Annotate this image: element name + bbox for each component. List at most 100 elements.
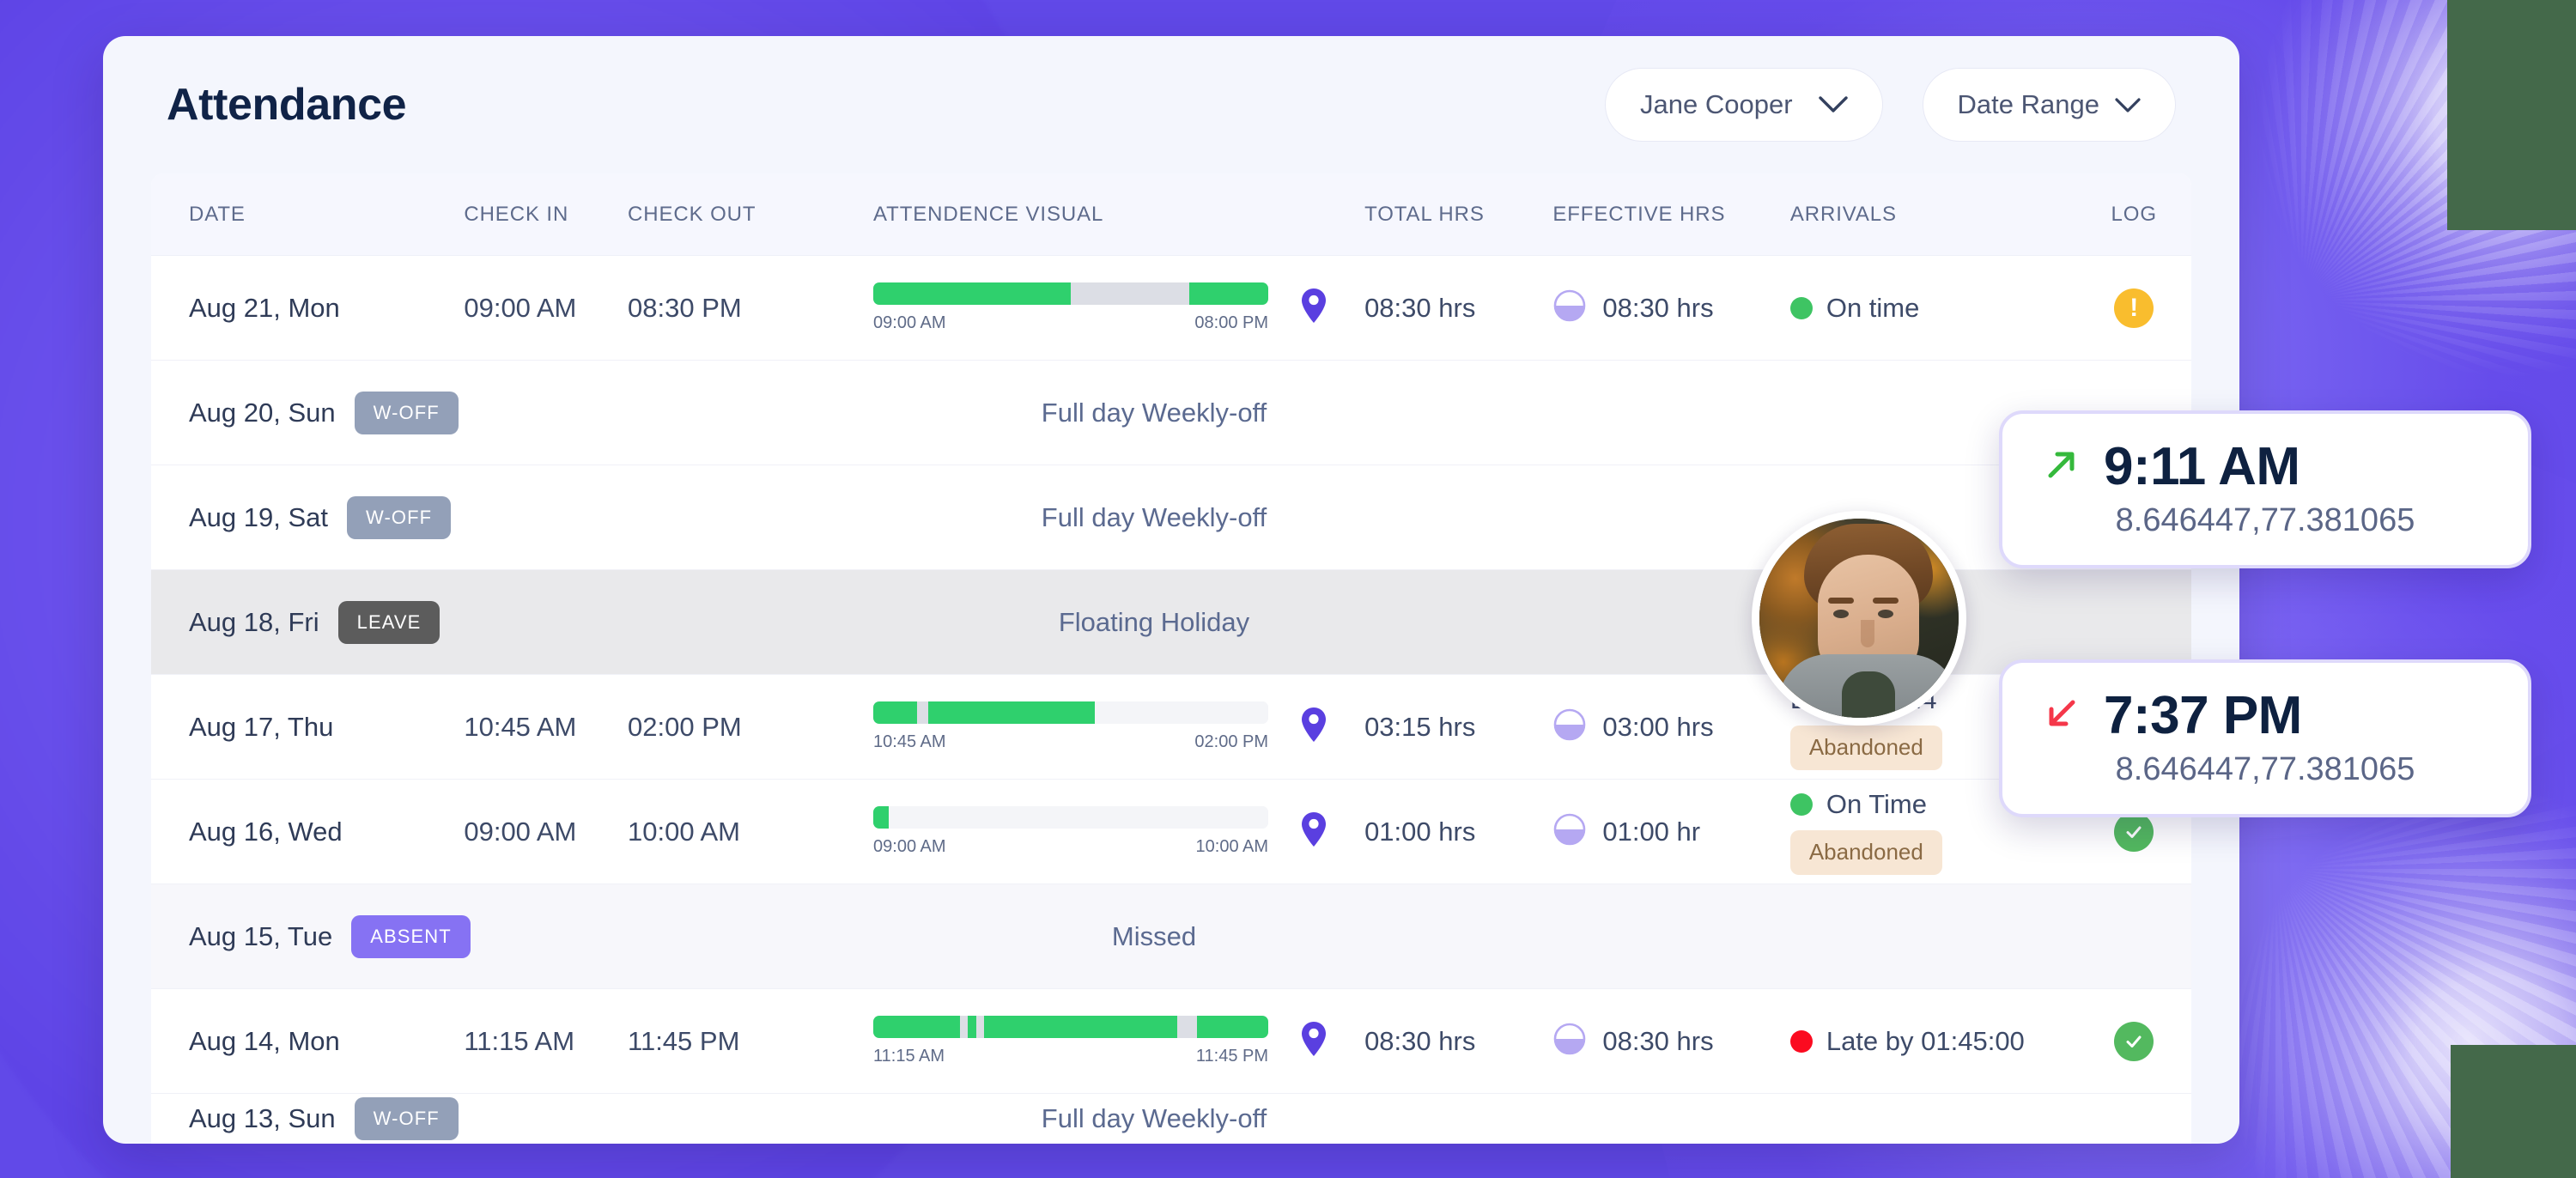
cell-date: Aug 19, Sat W-OFF xyxy=(151,495,477,539)
attendance-bar-container: 10:45 AM 02:00 PM xyxy=(873,701,1269,752)
table-row[interactable]: Aug 13, Sun W-OFF Full day Weekly-off xyxy=(151,1094,2191,1144)
table-row[interactable]: Aug 16, Wed 09:00 AM 10:00 AM 09:00 AM 10:00… xyxy=(151,780,2191,884)
cell-day-message: Full day Weekly-off xyxy=(477,1103,2191,1134)
cell-day-message: Missed xyxy=(477,921,2191,952)
cell-date: Aug 16, Wed xyxy=(151,817,464,847)
row-date-label: Aug 13, Sun xyxy=(189,1103,336,1133)
attendance-bar-labels: 09:00 AM 10:00 AM xyxy=(873,837,1268,857)
row-date-label: Aug 18, Fri xyxy=(189,606,319,637)
location-pin-icon[interactable] xyxy=(1299,1020,1328,1062)
bar-start-time: 10:45 AM xyxy=(873,732,946,751)
arrival-abandoned-tag: Abandoned xyxy=(1789,725,1942,770)
attendance-bar-segment-gap xyxy=(1177,1016,1198,1038)
arrival-status-dot xyxy=(1789,1029,1813,1053)
cell-date: Aug 21, Mon xyxy=(151,293,464,324)
effective-hours-donut-icon xyxy=(1552,288,1587,327)
row-date-label: Aug 16, Wed xyxy=(189,816,343,847)
attendance-bar xyxy=(873,701,1269,724)
cell-total-hrs: 08:30 hrs xyxy=(1364,1025,1476,1056)
log-warning-icon[interactable]: ! xyxy=(2114,288,2154,328)
check-in-coordinates: 8.646447,77.381065 xyxy=(2115,502,2415,538)
table-row[interactable]: Aug 14, Mon 11:15 AM 11:45 PM 11:15 AM 11:45… xyxy=(151,989,2191,1094)
cell-total-hrs: 08:30 hrs xyxy=(1364,292,1476,323)
cell-log xyxy=(2077,811,2191,852)
status-badge: ABSENT xyxy=(351,914,471,958)
date-range-label: Date Range xyxy=(1957,89,2099,119)
effective-hours-value: 08:30 hrs xyxy=(1602,1025,1714,1056)
table-row[interactable]: Aug 15, Tue ABSENT Missed xyxy=(151,884,2191,989)
date-range-dropdown[interactable]: Date Range xyxy=(1922,68,2176,142)
cell-attendance-visual: 11:15 AM 11:45 PM xyxy=(873,1016,1364,1066)
table-row[interactable]: Aug 20, Sun W-OFF Full day Weekly-off xyxy=(151,361,2191,465)
column-header-log: LOG xyxy=(2111,202,2157,226)
attendance-bar-labels: 10:45 AM 02:00 PM xyxy=(873,732,1268,752)
check-in-location-tooltip: 9:11 AM 8.646447,77.381065 xyxy=(1999,410,2531,568)
row-date-label: Aug 21, Mon xyxy=(189,292,340,323)
row-date-label: Aug 15, Tue xyxy=(189,920,333,951)
arrow-down-left-icon xyxy=(2042,694,2081,738)
attendance-bar-container: 09:00 AM 08:00 PM xyxy=(873,282,1269,333)
location-pin-icon[interactable] xyxy=(1299,811,1328,853)
attendance-bar-segment-work xyxy=(873,701,917,724)
day-message-label: Missed xyxy=(1111,920,1197,951)
arrow-up-right-icon xyxy=(2042,445,2081,489)
employee-filter-dropdown[interactable]: Jane Cooper xyxy=(1605,68,1883,142)
attendance-bar-segment-gap xyxy=(975,1016,984,1038)
attendance-bar-container: 11:15 AM 11:45 PM xyxy=(873,1016,1269,1066)
table-row[interactable]: Aug 21, Mon 09:00 AM 08:30 PM 09:00 AM 08:00… xyxy=(151,256,2191,361)
attendance-bar-segment-work xyxy=(873,1016,961,1038)
column-header-check-out: CHECK OUT xyxy=(628,202,756,226)
cell-attendance-visual: 09:00 AM 08:00 PM xyxy=(873,282,1364,333)
location-pin-icon[interactable] xyxy=(1299,706,1328,748)
day-message-label: Full day Weekly-off xyxy=(1041,501,1267,532)
chevron-down-icon xyxy=(2115,89,2141,120)
bar-start-time: 11:15 AM xyxy=(873,1047,945,1066)
attendance-bar-segment-idle xyxy=(1094,701,1268,724)
bar-start-time: 09:00 AM xyxy=(873,837,946,856)
attendance-bar-segment-work xyxy=(983,1016,1178,1038)
cell-check-in: 10:45 AM xyxy=(464,711,577,742)
cell-log: ! xyxy=(2077,288,2191,328)
log-check-icon[interactable] xyxy=(2114,1021,2154,1061)
attendance-bar-segment-work xyxy=(1197,1016,1268,1038)
cell-check-out: 08:30 PM xyxy=(628,292,742,323)
attendance-bar-segment-gap xyxy=(960,1016,969,1038)
arrival-status-line: On time xyxy=(1789,292,2077,324)
location-pin-icon[interactable] xyxy=(1299,287,1328,329)
card-header: Attendance Jane Cooper Date Range xyxy=(103,36,2239,173)
cell-check-out: 11:45 PM xyxy=(628,1025,740,1056)
cell-date: Aug 13, Sun W-OFF xyxy=(151,1097,477,1140)
arrival-status-label: On time xyxy=(1826,292,1920,323)
column-header-date: DATE xyxy=(189,202,246,226)
cell-arrivals: On time xyxy=(1789,292,2077,324)
row-date-label: Aug 19, Sat xyxy=(189,501,329,532)
attendance-bar-segment-work xyxy=(928,701,1095,724)
day-message-label: Full day Weekly-off xyxy=(1041,397,1267,428)
table-header-row: DATE CHECK IN CHECK OUT ATTENDENCE VISUA… xyxy=(151,173,2191,256)
log-check-icon[interactable] xyxy=(2114,811,2154,852)
attendance-bar-segment-gap xyxy=(1071,282,1190,305)
day-message-label: Floating Holiday xyxy=(1058,606,1250,637)
page-title: Attendance xyxy=(167,80,407,130)
green-block-top-right xyxy=(2447,0,2576,230)
attendance-bar-labels: 09:00 AM 08:00 PM xyxy=(873,313,1268,333)
header-filters: Jane Cooper Date Range xyxy=(1605,68,2176,142)
effective-hours-donut-icon xyxy=(1552,707,1587,746)
cell-effective-hrs: 08:30 hrs xyxy=(1552,1022,1789,1060)
cell-date: Aug 20, Sun W-OFF xyxy=(151,391,477,434)
cell-date: Aug 15, Tue ABSENT xyxy=(151,914,477,958)
cell-attendance-visual: 10:45 AM 02:00 PM xyxy=(873,701,1364,752)
column-header-arrivals: ARRIVALS xyxy=(1789,202,1897,226)
attendance-bar xyxy=(873,1016,1269,1038)
cell-effective-hrs: 03:00 hrs xyxy=(1552,707,1789,746)
cell-check-in: 09:00 AM xyxy=(464,292,577,323)
effective-hours-donut-icon xyxy=(1552,812,1587,851)
cell-date: Aug 14, Mon xyxy=(151,1026,464,1057)
attendance-bar xyxy=(873,806,1269,829)
bar-end-time: 11:45 PM xyxy=(1195,1047,1269,1066)
column-header-check-in: CHECK IN xyxy=(464,202,569,226)
attendance-bar-segment-work xyxy=(873,806,890,829)
bar-end-time: 10:00 AM xyxy=(1195,837,1269,856)
cell-check-in: 09:00 AM xyxy=(464,816,577,847)
check-in-time: 9:11 AM xyxy=(2104,437,2300,496)
